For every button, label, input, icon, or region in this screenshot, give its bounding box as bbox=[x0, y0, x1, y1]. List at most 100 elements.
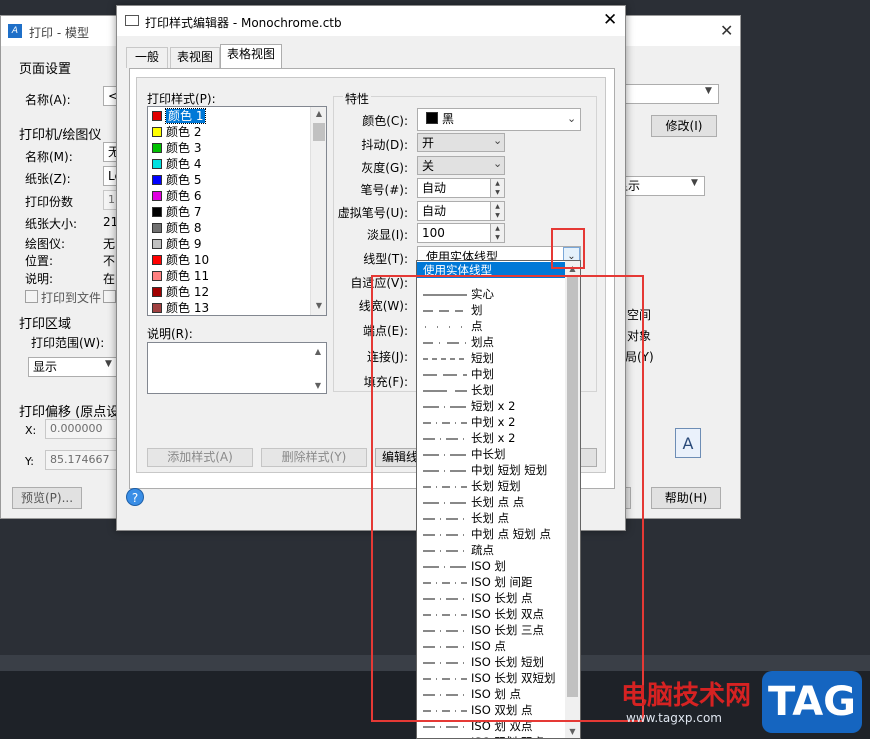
print-dialog-title: 打印 - 模型 bbox=[29, 26, 89, 40]
plotter-value: 无 bbox=[103, 237, 116, 251]
linetype-option-label: ISO 双划 双点 bbox=[471, 734, 544, 738]
plot-style-item[interactable]: 颜色 3 bbox=[152, 140, 201, 156]
virtual-pen-spinner[interactable]: ▲ ▼ bbox=[490, 202, 504, 220]
plotter-label: 绘图仪: bbox=[25, 237, 66, 251]
scroll-down-icon[interactable]: ▼ bbox=[567, 727, 578, 736]
page-setup-name-combo[interactable]: <无> bbox=[103, 86, 117, 106]
extra-checkbox[interactable] bbox=[103, 290, 116, 303]
help-icon[interactable]: ? bbox=[126, 488, 144, 506]
color-label: 颜色(C): bbox=[362, 114, 408, 128]
plot-style-item[interactable]: 颜色 5 bbox=[152, 172, 201, 188]
plot-styles-label: 打印样式(P): bbox=[147, 92, 216, 106]
page-setup-group-label: 页面设置 bbox=[19, 62, 72, 77]
print-to-file-label: 打印到文件 bbox=[41, 291, 102, 305]
plot-style-label: 颜色 13 bbox=[166, 301, 210, 315]
grayscale-combo[interactable]: 关 bbox=[417, 156, 505, 175]
description-textarea[interactable]: ▲ ▼ bbox=[147, 342, 327, 394]
copies-label: 打印份数 bbox=[25, 195, 74, 209]
app-icon: A bbox=[8, 24, 22, 38]
plot-style-item[interactable]: 颜色 1 bbox=[152, 108, 207, 124]
linetype-label: 线型(T): bbox=[363, 252, 408, 266]
linetype-option[interactable]: ISO 双划 双点 bbox=[417, 734, 565, 739]
close-icon[interactable]: ✕ bbox=[603, 10, 617, 30]
plot-style-item[interactable]: 颜色 6 bbox=[152, 188, 201, 204]
tab-general[interactable]: 一般 bbox=[126, 47, 168, 68]
highlight-box-linetype-list bbox=[371, 275, 644, 722]
dither-label: 抖动(D): bbox=[361, 138, 408, 152]
plot-style-label: 颜色 10 bbox=[166, 253, 210, 267]
styles-scrollbar[interactable]: ▲ ▼ bbox=[310, 107, 326, 315]
plot-style-label: 颜色 8 bbox=[166, 221, 202, 235]
page-setup-name-label: 名称(A): bbox=[25, 93, 71, 107]
description-label: 说明: bbox=[25, 272, 54, 286]
color-swatch bbox=[152, 255, 162, 265]
scroll-up-icon[interactable]: ▲ bbox=[311, 109, 326, 118]
dither-combo[interactable]: 开 bbox=[417, 133, 505, 152]
plot-style-label: 颜色 2 bbox=[166, 125, 202, 139]
properties-group-label: 特性 bbox=[343, 90, 372, 107]
paper-orientation-icon: A bbox=[675, 428, 701, 458]
offset-y-input[interactable]: 85.174667 bbox=[45, 450, 117, 470]
editor-title: 打印样式编辑器 - Monochrome.ctb bbox=[145, 16, 342, 30]
plot-style-item[interactable]: 颜色 2 bbox=[152, 124, 201, 140]
plot-style-item[interactable]: 颜色 11 bbox=[152, 268, 209, 284]
plot-style-item[interactable]: 颜色 9 bbox=[152, 236, 201, 252]
color-swatch bbox=[152, 159, 162, 169]
chevron-down-icon: ▼ bbox=[691, 178, 698, 188]
color-swatch bbox=[152, 207, 162, 217]
color-swatch bbox=[152, 191, 162, 201]
help-button[interactable]: 帮助(H) bbox=[651, 487, 721, 509]
plot-style-label: 颜色 9 bbox=[166, 237, 202, 251]
add-style-button[interactable]: 添加样式(A) bbox=[147, 448, 253, 467]
virtual-pen-label: 虚拟笔号(U): bbox=[337, 206, 408, 220]
color-swatch bbox=[152, 271, 162, 281]
color-swatch bbox=[152, 303, 162, 313]
location-label: 位置: bbox=[25, 254, 54, 268]
color-swatch bbox=[426, 112, 438, 124]
copies-input[interactable]: 1 bbox=[103, 190, 117, 210]
plot-style-item[interactable]: 颜色 13 bbox=[152, 300, 210, 315]
location-value: 不 bbox=[103, 254, 116, 268]
screening-spinner[interactable]: ▲ ▼ bbox=[490, 224, 504, 242]
plot-style-label: 颜色 11 bbox=[166, 269, 210, 283]
scroll-down-icon[interactable]: ▼ bbox=[311, 301, 326, 310]
color-swatch bbox=[152, 175, 162, 185]
printer-name-label: 名称(M): bbox=[25, 150, 73, 164]
pen-number-spinner[interactable]: ▲ ▼ bbox=[490, 179, 504, 197]
printer-group-label: 打印机/绘图仪 bbox=[19, 128, 102, 143]
print-range-label: 打印范围(W): bbox=[31, 336, 105, 350]
delete-style-button[interactable]: 删除样式(Y) bbox=[261, 448, 367, 467]
scroll-thumb[interactable] bbox=[313, 123, 325, 141]
plot-style-item[interactable]: 颜色 8 bbox=[152, 220, 201, 236]
description-label: 说明(R): bbox=[147, 327, 193, 341]
linetype-pattern-icon bbox=[423, 734, 467, 739]
paper-combo[interactable]: Le bbox=[103, 166, 117, 186]
plot-style-item[interactable]: 颜色 12 bbox=[152, 284, 209, 300]
color-combo[interactable]: 黑 bbox=[417, 108, 581, 131]
plot-style-label: 颜色 1 bbox=[164, 108, 207, 124]
chevron-down-icon: ▼ bbox=[105, 359, 112, 369]
plot-style-item[interactable]: 颜色 10 bbox=[152, 252, 209, 268]
preview-button[interactable]: 预览(P)... bbox=[12, 487, 82, 509]
tag-logo: TAG bbox=[762, 671, 862, 733]
plot-style-label: 颜色 6 bbox=[166, 189, 202, 203]
color-swatch bbox=[152, 287, 162, 297]
print-to-file-checkbox[interactable] bbox=[25, 290, 38, 303]
plot-style-item[interactable]: 颜色 7 bbox=[152, 204, 201, 220]
tab-form-view[interactable]: 表格视图 bbox=[220, 44, 282, 69]
plot-style-item[interactable]: 颜色 4 bbox=[152, 156, 201, 172]
paper-size-value: 216 bbox=[103, 215, 117, 229]
offset-y-label: Y: bbox=[25, 455, 34, 468]
watermark-url: www.tagxp.com bbox=[626, 711, 722, 725]
grayscale-label: 灰度(G): bbox=[361, 161, 408, 175]
print-offset-group-label: 打印偏移 (原点设 bbox=[19, 405, 120, 420]
chevron-down-icon: ⌄ bbox=[493, 134, 503, 147]
printer-name-combo[interactable]: 无 bbox=[103, 142, 117, 162]
close-icon[interactable]: ✕ bbox=[720, 21, 733, 40]
modify-button[interactable]: 修改(I) bbox=[651, 115, 717, 137]
offset-x-input[interactable]: 0.000000 bbox=[45, 419, 117, 439]
tab-table-view[interactable]: 表视图 bbox=[170, 47, 220, 68]
right-combo-1[interactable] bbox=[611, 84, 719, 104]
plot-styles-list[interactable]: 颜色 1 颜色 2 颜色 3 颜色 4 颜色 5 颜色 6 颜色 7 颜色 8 颜色 9 颜色 1… bbox=[147, 106, 327, 316]
paper-label: 纸张(Z): bbox=[25, 172, 71, 186]
